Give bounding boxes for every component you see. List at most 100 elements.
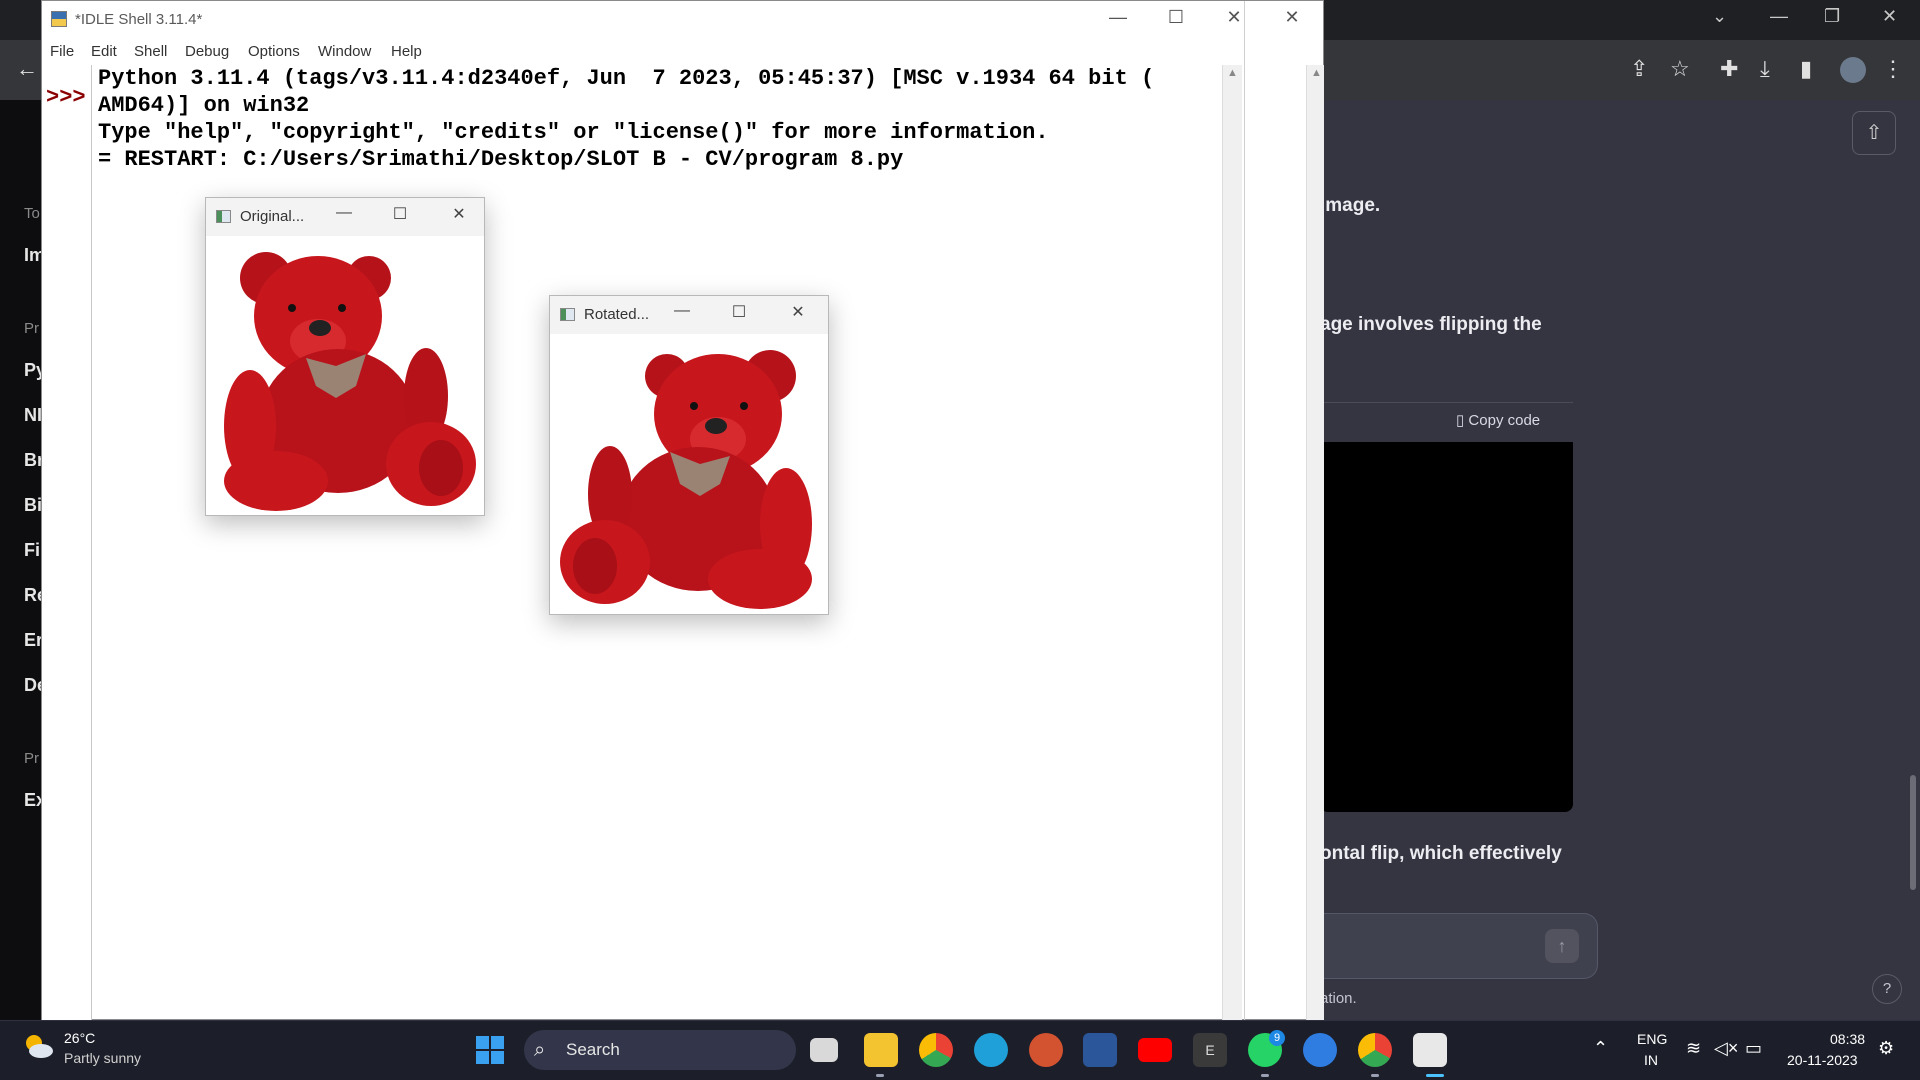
profile-avatar[interactable]	[1840, 57, 1866, 83]
weather-sun-cloud-icon[interactable]	[22, 1032, 54, 1060]
taskbar-search[interactable]	[524, 1030, 796, 1070]
python-file-icon	[51, 11, 67, 27]
menu-debug[interactable]: Debug	[185, 43, 229, 60]
weather-temperature[interactable]: 26°C	[64, 1030, 95, 1046]
send-button[interactable]: ↑	[1545, 929, 1579, 963]
close-button[interactable]: ✕	[784, 302, 812, 322]
line-gutter	[42, 65, 92, 1021]
close-icon[interactable]: ✕	[1882, 6, 1897, 27]
code-block	[1320, 442, 1573, 812]
youtube-icon[interactable]	[1138, 1038, 1172, 1062]
scroll-up-icon[interactable]: ▲	[1311, 67, 1322, 79]
chat-footer-note: ation.	[1320, 990, 1357, 1007]
sidebar-heading: Pr	[24, 320, 39, 337]
maximize-button[interactable]: ☐	[1156, 7, 1196, 28]
restore-icon[interactable]: ❐	[1824, 6, 1840, 27]
minimize-icon[interactable]: —	[1770, 6, 1788, 27]
close-button[interactable]: ✕	[1214, 7, 1254, 28]
sidebar-item[interactable]: NI	[24, 405, 42, 426]
sidebar-item[interactable]: Fi	[24, 540, 40, 561]
taskbar	[0, 1020, 1920, 1080]
download-icon[interactable]: ⤓	[1760, 56, 1770, 82]
chrome-icon-2[interactable]	[1358, 1033, 1392, 1067]
minimize-button[interactable]: —	[668, 302, 696, 320]
copy-code-button[interactable]: ▯ Copy code	[1456, 411, 1540, 429]
image-window-title-bar[interactable]: Original... — ☐ ✕	[206, 198, 484, 236]
shell-line: Python 3.11.4 (tags/v3.11.4:d2340ef, Jun…	[98, 66, 1155, 91]
menu-bar: File Edit Shell Debug Options Window Hel…	[42, 39, 1323, 65]
kebab-menu-icon[interactable]: ⋮	[1882, 56, 1904, 82]
region-indicator[interactable]: IN	[1644, 1052, 1658, 1068]
share-icon[interactable]: ⇪	[1630, 56, 1648, 82]
menu-help[interactable]: Help	[391, 43, 422, 60]
scroll-up-icon[interactable]: ▲	[1227, 67, 1238, 79]
teddy-bear-image	[206, 236, 484, 515]
sidebar-heading: To	[24, 205, 40, 222]
chat-text-fragment: ontal flip, which effectively	[1320, 843, 1562, 864]
weather-description[interactable]: Partly sunny	[64, 1050, 141, 1066]
back-arrow-icon[interactable]: ←	[16, 56, 38, 82]
menu-edit[interactable]: Edit	[91, 43, 117, 60]
sidebar-heading: Pr	[24, 750, 39, 767]
start-button[interactable]	[473, 1033, 507, 1067]
sidebar-item[interactable]: Bi	[24, 495, 42, 516]
clipboard-icon: ▯	[1456, 412, 1469, 429]
vertical-scrollbar-outer[interactable]: ▲	[1306, 65, 1324, 1021]
vertical-scrollbar[interactable]: ▲	[1222, 65, 1242, 1021]
app-store-icon[interactable]	[1303, 1033, 1337, 1067]
chat-text-fragment: age involves flipping the	[1320, 314, 1542, 335]
maximize-button[interactable]: ☐	[386, 204, 414, 224]
volume-muted-icon[interactable]: ◁×	[1714, 1038, 1738, 1059]
window-title: Rotated...	[584, 306, 650, 323]
flipped-teddy-bear-image	[550, 334, 828, 614]
menu-window[interactable]: Window	[318, 43, 371, 60]
help-button[interactable]: ?	[1872, 974, 1902, 1004]
notification-icon[interactable]: ⚙	[1878, 1038, 1894, 1059]
chat-scrollbar[interactable]	[1910, 775, 1916, 890]
minimize-button[interactable]: —	[1098, 7, 1138, 28]
shell-line: Type "help", "copyright", "credits" or "…	[98, 120, 1049, 145]
rotated-image	[550, 334, 828, 614]
shell-output[interactable]: Python 3.11.4 (tags/v3.11.4:d2340ef, Jun…	[98, 65, 1278, 173]
battery-icon[interactable]: ▭	[1745, 1038, 1762, 1059]
window-title: *IDLE Shell 3.11.4*	[75, 11, 203, 28]
idle-title-bar[interactable]: *IDLE Shell 3.11.4* — ☐ ✕ ✕	[42, 1, 1323, 39]
original-image	[206, 236, 484, 515]
whatsapp-badge: 9	[1269, 1030, 1285, 1046]
word-icon[interactable]	[1083, 1033, 1117, 1067]
task-view-icon[interactable]	[810, 1038, 838, 1062]
running-indicator	[1261, 1074, 1269, 1077]
edge-icon[interactable]	[974, 1033, 1008, 1067]
chevron-up-icon[interactable]: ⌃	[1593, 1038, 1608, 1059]
opencv-window-icon	[560, 308, 575, 321]
language-indicator[interactable]: ENG	[1637, 1031, 1667, 1047]
minimize-button[interactable]: —	[330, 204, 358, 222]
clock-time[interactable]: 08:38	[1830, 1031, 1865, 1047]
maximize-button[interactable]: ☐	[725, 302, 753, 322]
menu-options[interactable]: Options	[248, 43, 300, 60]
wifi-icon[interactable]: ≋	[1686, 1038, 1701, 1059]
rotated-image-window[interactable]: Rotated... — ☐ ✕	[549, 295, 829, 615]
idle-python-icon[interactable]	[1413, 1033, 1447, 1067]
powerpoint-icon[interactable]	[1029, 1033, 1063, 1067]
sidepanel-icon[interactable]: ▮	[1800, 56, 1812, 82]
running-indicator	[876, 1074, 884, 1077]
chrome-icon[interactable]	[919, 1033, 953, 1067]
menu-file[interactable]: File	[50, 43, 74, 60]
extensions-icon[interactable]: ✚	[1720, 56, 1738, 82]
opencv-window-icon	[216, 210, 231, 223]
shell-line: = RESTART: C:/Users/Srimathi/Desktop/SLO…	[98, 147, 904, 172]
close-button-outer[interactable]: ✕	[1272, 7, 1312, 28]
image-window-title-bar[interactable]: Rotated... — ☐ ✕	[550, 296, 828, 334]
close-button[interactable]: ✕	[445, 204, 473, 224]
shell-line: AMD64)] on win32	[98, 93, 310, 118]
bookmark-star-icon[interactable]: ☆	[1670, 56, 1690, 82]
window-divider	[1244, 1, 1245, 1021]
clock-date[interactable]: 20-11-2023	[1787, 1052, 1858, 1068]
chevron-down-icon[interactable]: ⌄	[1712, 6, 1727, 27]
original-image-window[interactable]: Original... — ☐ ✕	[205, 197, 485, 516]
file-explorer-icon[interactable]	[864, 1033, 898, 1067]
menu-shell[interactable]: Shell	[134, 43, 167, 60]
share-chat-button[interactable]: ⇧	[1852, 111, 1896, 155]
app-e-icon[interactable]: E	[1193, 1033, 1227, 1067]
